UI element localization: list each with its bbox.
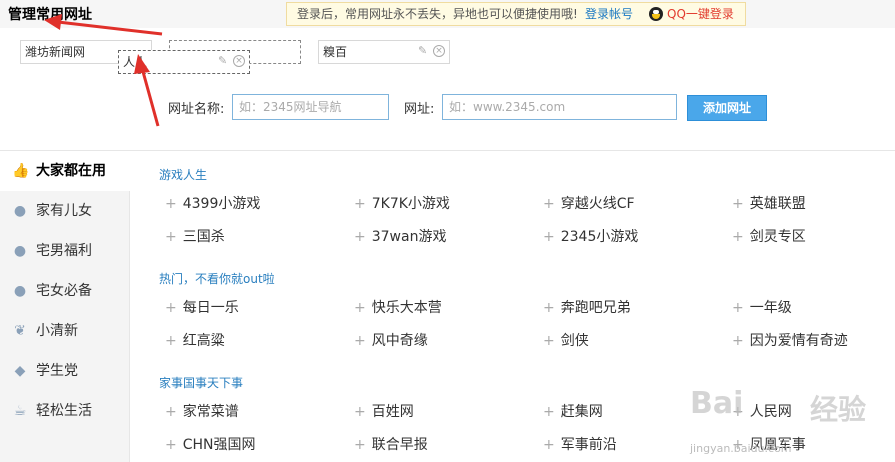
plus-icon: + xyxy=(543,404,555,420)
site-link[interactable]: + 家常菜谱 xyxy=(165,401,239,421)
site-link[interactable]: + 联合早报 xyxy=(354,434,428,454)
site-link[interactable]: + 百姓网 xyxy=(354,401,414,421)
divider xyxy=(0,150,895,151)
plus-icon: + xyxy=(732,229,744,245)
site-link[interactable]: + 红高粱 xyxy=(165,330,225,350)
sidebar-item-label: 家有儿女 xyxy=(36,203,92,219)
sidebar-item-life[interactable]: ☕ 轻松生活 xyxy=(0,391,130,431)
site-link[interactable]: + 剑侠 xyxy=(543,330,589,350)
site-link[interactable]: + 一年级 xyxy=(732,297,792,317)
sidebar-item-men[interactable]: ● 宅男福利 xyxy=(0,231,130,271)
plus-icon: + xyxy=(165,437,177,453)
annotation-arrow-left-icon xyxy=(44,14,163,36)
sidebar-item-label: 宅男福利 xyxy=(36,243,92,259)
watermark-logo: Bai xyxy=(690,386,744,421)
plus-icon: + xyxy=(354,196,366,212)
plus-icon: + xyxy=(354,300,366,316)
url-label: 网址: xyxy=(404,102,435,117)
sidebar-item-label: 小清新 xyxy=(36,323,78,339)
sidebar-item-fresh[interactable]: ❦ 小清新 xyxy=(0,311,130,351)
plus-icon: + xyxy=(354,333,366,349)
plus-icon: + xyxy=(165,404,177,420)
sidebar-item-label: 学生党 xyxy=(36,363,78,379)
section-title: 家事国事天下事 xyxy=(159,376,244,390)
saved-link-label: 糗百 xyxy=(323,45,348,59)
close-icon[interactable]: × xyxy=(233,55,245,67)
sidebar-item-family[interactable]: ● 家有儿女 xyxy=(0,191,130,231)
login-tip-text: 登录后，常用网址永不丢失，异地也可以便捷使用哦! xyxy=(297,7,578,21)
cup-icon: ☕ xyxy=(13,403,27,419)
sidebar-item-women[interactable]: ● 宅女必备 xyxy=(0,271,130,311)
site-link[interactable]: +4399小游戏 xyxy=(165,193,260,213)
plus-icon: + xyxy=(354,229,366,245)
edit-pencil-icon[interactable]: ✎ xyxy=(418,45,430,57)
site-link[interactable]: + 因为爱情有奇迹 xyxy=(732,330,848,350)
woman-icon: ● xyxy=(13,283,27,299)
sidebar-item-popular[interactable]: 👍 大家都在用 xyxy=(0,151,131,191)
site-link[interactable]: + 每日一乐 xyxy=(165,297,239,317)
family-icon: ● xyxy=(13,203,27,219)
plus-icon: + xyxy=(543,437,555,453)
site-link[interactable]: + 奔跑吧兄弟 xyxy=(543,297,631,317)
graduation-cap-icon: ◆ xyxy=(14,363,26,379)
site-link[interactable]: + 赶集网 xyxy=(543,401,603,421)
close-icon[interactable]: × xyxy=(433,45,445,57)
qq-login-link[interactable]: QQ一键登录 xyxy=(667,3,734,25)
leaf-icon: ❦ xyxy=(14,323,26,339)
watermark-url: jingyan.baidu.com xyxy=(690,442,792,455)
url-name-label: 网址名称: xyxy=(168,102,225,117)
thumbs-up-icon: 👍 xyxy=(12,163,30,179)
plus-icon: + xyxy=(354,437,366,453)
edit-pencil-icon[interactable]: ✎ xyxy=(218,55,230,67)
plus-icon: + xyxy=(543,300,555,316)
plus-icon: + xyxy=(165,300,177,316)
plus-icon: + xyxy=(165,196,177,212)
plus-icon: + xyxy=(165,229,177,245)
site-link[interactable]: + CHN强国网 xyxy=(165,434,256,454)
sidebar-item-label: 大家都在用 xyxy=(36,163,106,179)
site-link[interactable]: +2345小游戏 xyxy=(543,226,638,246)
site-link[interactable]: +7K7K小游戏 xyxy=(354,193,450,213)
site-link[interactable]: + 三国杀 xyxy=(165,226,225,246)
category-sidebar: 👍 大家都在用 ● 家有儿女 ● 宅男福利 ● 宅女必备 ❦ 小清新 ◆ 学生党… xyxy=(0,151,131,462)
plus-icon: + xyxy=(543,196,555,212)
baidu-jingyan-watermark: Bai 经验 jingyan.baidu.com xyxy=(690,386,890,460)
url-input[interactable] xyxy=(442,94,677,120)
watermark-text: 经验 xyxy=(810,393,867,426)
sidebar-item-label: 宅女必备 xyxy=(36,283,92,299)
saved-link-label: 潍坊新闻网 xyxy=(25,45,86,59)
section-title: 热门，不看你就out啦 xyxy=(159,272,275,286)
section-title: 游戏人生 xyxy=(159,168,208,182)
site-link[interactable]: + 英雄联盟 xyxy=(732,193,806,213)
plus-icon: + xyxy=(165,333,177,349)
annotation-arrow-up-icon xyxy=(134,54,160,127)
site-link[interactable]: + 剑灵专区 xyxy=(732,226,806,246)
qq-penguin-icon xyxy=(649,7,663,21)
site-link[interactable]: + 穿越火线CF xyxy=(543,193,635,213)
sidebar-item-label: 轻松生活 xyxy=(36,403,92,419)
add-url-button[interactable]: 添加网址 xyxy=(687,95,767,121)
plus-icon: + xyxy=(732,196,744,212)
plus-icon: + xyxy=(354,404,366,420)
sidebar-item-students[interactable]: ◆ 学生党 xyxy=(0,351,130,391)
plus-icon: + xyxy=(732,300,744,316)
site-link[interactable]: + 军事前沿 xyxy=(543,434,617,454)
plus-icon: + xyxy=(543,229,555,245)
login-account-link[interactable]: 登录帐号 xyxy=(585,3,633,25)
plus-icon: + xyxy=(543,333,555,349)
site-link[interactable]: +37wan游戏 xyxy=(354,226,446,246)
url-name-input[interactable] xyxy=(232,94,389,120)
site-link[interactable]: + 风中奇缘 xyxy=(354,330,428,350)
man-icon: ● xyxy=(13,243,27,259)
plus-icon: + xyxy=(732,333,744,349)
site-link[interactable]: + 快乐大本营 xyxy=(354,297,442,317)
saved-link-chip[interactable]: 糗百 ✎ × xyxy=(318,40,450,64)
login-tip-banner: 登录后，常用网址永不丢失，异地也可以便捷使用哦! 登录帐号 QQ一键登录 xyxy=(286,2,746,26)
